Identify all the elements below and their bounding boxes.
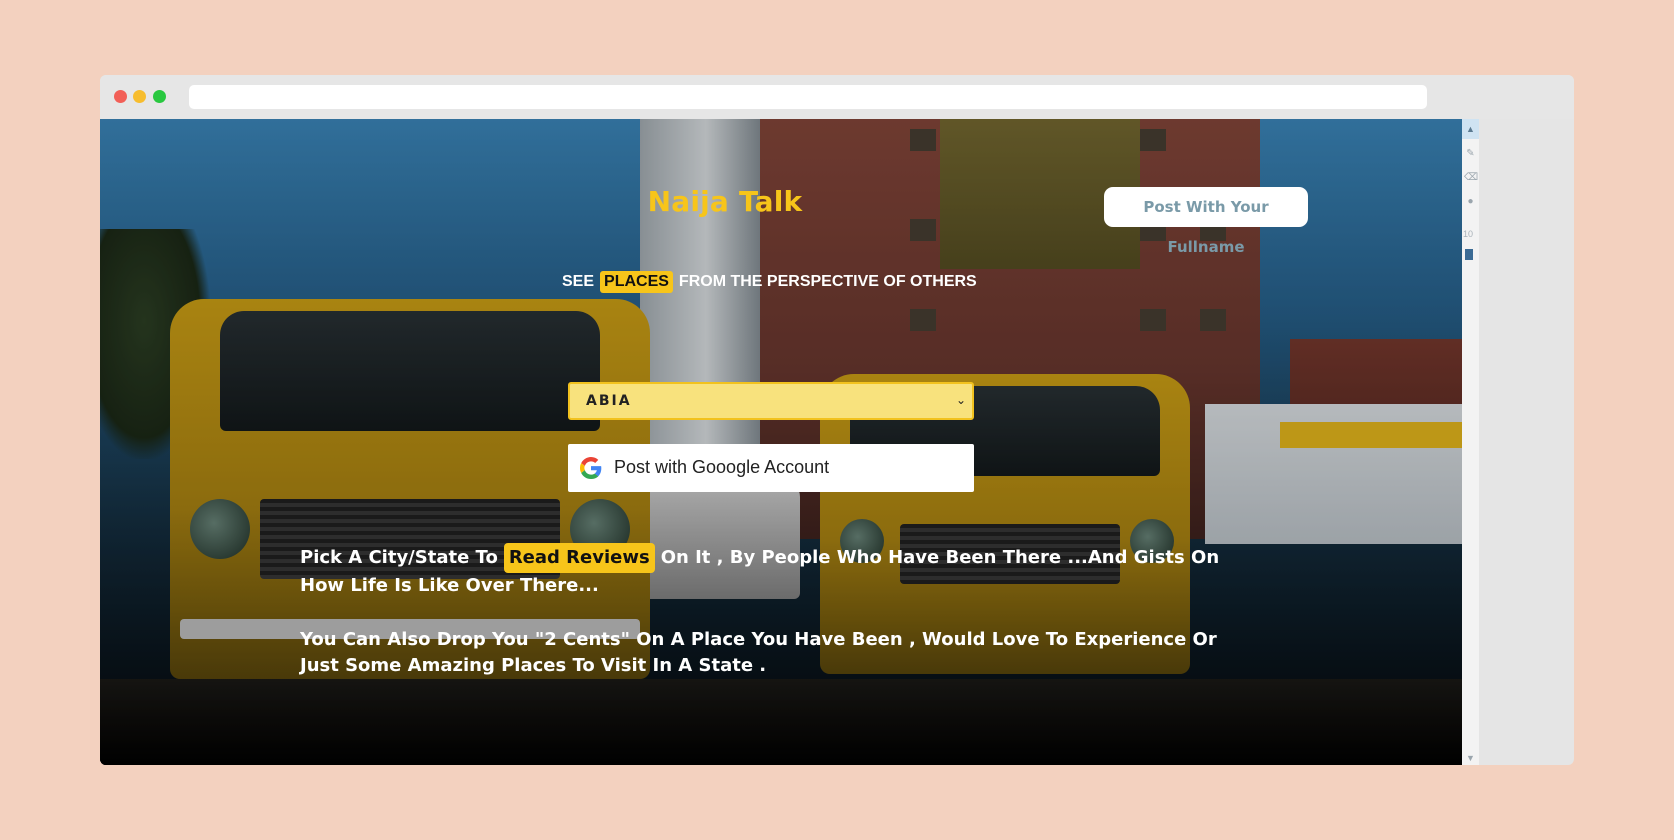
read-reviews-highlight: Read Reviews xyxy=(503,543,655,573)
address-bar[interactable] xyxy=(189,85,1427,109)
size-value[interactable]: 10 xyxy=(1463,229,1473,239)
browser-toolbar xyxy=(100,75,1574,119)
intro-paragraph-2: You Can Also Drop You "2 Cents" On A Pla… xyxy=(300,629,1217,676)
state-select-container: ABIA ⌄ xyxy=(568,382,974,420)
browser-window: Naija Talk Post With Your Fullname SEE PL… xyxy=(100,75,1574,765)
brush-icon[interactable]: ● xyxy=(1464,195,1477,208)
state-select[interactable]: ABIA xyxy=(570,384,972,418)
chevron-down-icon[interactable]: ⌄ xyxy=(956,393,966,407)
scroll-down-arrow-icon[interactable]: ▼ xyxy=(1462,751,1479,765)
pencil-icon[interactable]: ✎ xyxy=(1464,147,1477,160)
maximize-window-button[interactable] xyxy=(153,90,166,103)
minimize-window-button[interactable] xyxy=(133,90,146,103)
google-icon xyxy=(580,457,602,479)
post-with-fullname-button[interactable]: Post With Your Fullname xyxy=(1104,187,1308,256)
eraser-icon[interactable]: ⌫ xyxy=(1464,171,1478,184)
post-with-google-button[interactable]: Post with Gooogle Account xyxy=(568,444,974,492)
color-swatch[interactable] xyxy=(1465,249,1473,260)
google-button-label: Post with Gooogle Account xyxy=(614,457,830,477)
tagline-highlight: PLACES xyxy=(600,271,673,293)
page-viewport: Naija Talk Post With Your Fullname SEE PL… xyxy=(100,119,1462,765)
scroll-up-arrow-icon[interactable]: ▲ xyxy=(1462,119,1479,139)
tagline-prefix: SEE xyxy=(562,273,595,290)
intro-paragraph-1: Pick A City/State To Read Reviews On It , … xyxy=(300,543,1240,599)
intro-text: Pick A City/State To xyxy=(300,547,498,568)
side-toolbar: ▲ ✎ ⌫ ● 10 ▼ xyxy=(1462,119,1479,765)
tagline-suffix: FROM THE PERSPECTIVE OF OTHERS xyxy=(678,273,977,290)
close-window-button[interactable] xyxy=(114,90,127,103)
